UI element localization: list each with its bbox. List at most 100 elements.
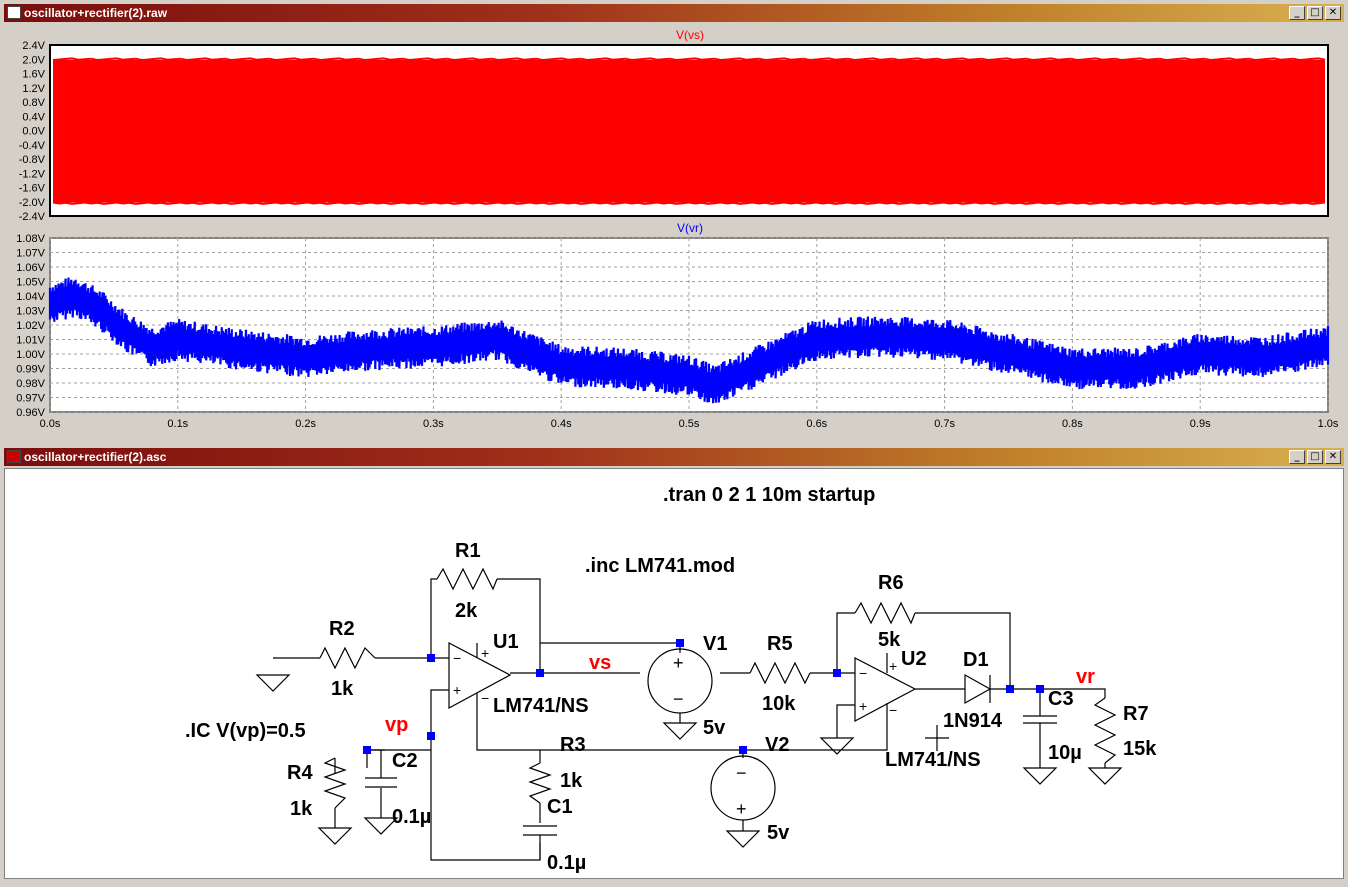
- net-label-vp[interactable]: vp: [385, 714, 408, 736]
- y-tick-label: 1.08V: [16, 233, 45, 245]
- y-tick-label: -0.8V: [19, 154, 46, 166]
- d1-model: 1N914: [943, 710, 1003, 732]
- v2-plus: +: [736, 799, 747, 819]
- x-tick-label: 0.7s: [934, 418, 955, 430]
- diode-d1[interactable]: [964, 673, 992, 705]
- y-tick-label: -1.2V: [19, 168, 46, 180]
- x-axis: 0.0s 0.1s 0.2s 0.3s 0.4s 0.5s 0.6s 0.7s 0.8s 0.9s…: [40, 418, 1339, 430]
- schematic-canvas[interactable]: − + + − − + + − + − − + .tran 0 2 1 10m …: [4, 468, 1344, 879]
- wire-u2-noninv: [836, 704, 855, 738]
- x-tick-label: 0.9s: [1190, 418, 1211, 430]
- minimize-button[interactable]: _: [1289, 450, 1305, 464]
- close-button[interactable]: ✕: [1325, 6, 1341, 20]
- v1-plus: +: [673, 653, 684, 673]
- schematic-drawing[interactable]: − + + − − + + − + − − + .tran 0 2 1 10m …: [5, 469, 1347, 882]
- u2-vcc-plus: +: [889, 658, 897, 674]
- y-tick-label: 1.02V: [16, 320, 45, 332]
- inc-directive[interactable]: .inc LM741.mod: [585, 555, 735, 577]
- ground-icon: [255, 674, 291, 692]
- schematic-window-title: oscillator+rectifier(2).asc: [24, 450, 167, 464]
- resistor-r2[interactable]: [319, 646, 376, 670]
- d1-name: D1: [963, 649, 989, 671]
- waveform-app-icon: [7, 6, 21, 19]
- y-tick-label: 0.99V: [16, 364, 45, 376]
- ground-icon: [662, 722, 698, 740]
- c3-value: 10µ: [1048, 742, 1082, 764]
- u2-model: LM741/NS: [885, 749, 981, 771]
- r5-value: 10k: [762, 693, 796, 715]
- waveform-title-bar[interactable]: oscillator+rectifier(2).raw _ □ ✕: [4, 4, 1344, 22]
- junction-dot: [1036, 685, 1044, 693]
- r2-value: 1k: [331, 678, 354, 700]
- y-tick-label: -0.4V: [19, 140, 46, 152]
- vs-waveform-top-edge: [52, 57, 1326, 62]
- vs-trace: [52, 57, 1326, 205]
- u2-name: U2: [901, 648, 927, 670]
- y-tick-label: 1.04V: [16, 291, 45, 303]
- schematic-window: oscillator+rectifier(2).asc _ □ ✕ − + + …: [0, 444, 1348, 883]
- wire-vp-loop: [430, 736, 541, 861]
- r2-name: R2: [329, 618, 355, 640]
- waveform-plot[interactable]: V(vs) 2.4V 2.0V 1.6V 1.2V 0.8V 0.4V 0.0V -0.4V -…: [4, 24, 1348, 442]
- r5-name: R5: [767, 633, 793, 655]
- y-tick-label: 0.0V: [22, 126, 45, 138]
- junction-dot: [739, 746, 747, 754]
- r6-value: 5k: [878, 629, 901, 651]
- x-tick-label: 0.5s: [679, 418, 700, 430]
- r1-name: R1: [455, 540, 481, 562]
- v1-name: V1: [703, 633, 727, 655]
- u2-minus-sign: −: [859, 665, 867, 681]
- schematic-title-bar[interactable]: oscillator+rectifier(2).asc _ □ ✕: [4, 448, 1344, 466]
- y-tick-label: 1.07V: [16, 248, 45, 260]
- y-tick-label: 2.4V: [22, 40, 45, 52]
- x-tick-label: 0.3s: [423, 418, 444, 430]
- u1-model: LM741/NS: [493, 695, 589, 717]
- junction-dot: [427, 732, 435, 740]
- u1-vcc-plus: +: [481, 645, 489, 661]
- junction-dot: [1006, 685, 1014, 693]
- r7-value: 15k: [1123, 738, 1157, 760]
- y-tick-label: -2.0V: [19, 197, 46, 209]
- junction-dot: [833, 669, 841, 677]
- u1-plus-sign: +: [453, 682, 461, 698]
- u2-plus-sign: +: [859, 698, 867, 714]
- capacitor-c3[interactable]: [1023, 715, 1057, 724]
- ground-icon: [819, 737, 855, 755]
- capacitor-c2[interactable]: [365, 777, 397, 788]
- resistor-r5[interactable]: [749, 661, 811, 685]
- vs-plot-title: V(vs): [676, 28, 704, 42]
- v1-minus: −: [673, 689, 684, 709]
- y-tick-label: 1.2V: [22, 83, 45, 95]
- resistor-r7[interactable]: [1093, 697, 1117, 764]
- v2-minus: −: [736, 763, 747, 783]
- net-label-vs[interactable]: vs: [589, 652, 611, 674]
- y-tick-label: 1.03V: [16, 306, 45, 318]
- y-tick-label: 2.0V: [22, 54, 45, 66]
- resistor-r6[interactable]: [854, 601, 916, 625]
- close-button[interactable]: ✕: [1325, 450, 1341, 464]
- resistor-r1[interactable]: [436, 567, 498, 591]
- tran-directive[interactable]: .tran 0 2 1 10m startup: [663, 484, 875, 506]
- v2-value: 5v: [767, 822, 790, 844]
- x-tick-label: 0.6s: [806, 418, 827, 430]
- schematic-app-icon: [7, 450, 21, 463]
- c1-name: C1: [547, 796, 573, 818]
- y-tick-label: -1.6V: [19, 183, 46, 195]
- c2-name: C2: [392, 750, 418, 772]
- junction-dot: [676, 639, 684, 647]
- restore-button[interactable]: □: [1307, 6, 1323, 20]
- vr-plot-title: V(vr): [677, 221, 703, 235]
- y-tick-label: 1.06V: [16, 262, 45, 274]
- r4-value: 1k: [290, 798, 313, 820]
- y-tick-label: 0.97V: [16, 393, 45, 405]
- u2-vee-minus: −: [889, 702, 897, 718]
- minimize-button[interactable]: _: [1289, 6, 1305, 20]
- restore-button[interactable]: □: [1307, 450, 1323, 464]
- vs-waveform-band: [53, 59, 1325, 203]
- net-label-vr[interactable]: vr: [1076, 666, 1095, 688]
- x-tick-label: 1.0s: [1318, 418, 1339, 430]
- ic-directive[interactable]: .IC V(vp)=0.5: [185, 720, 306, 742]
- ground-icon: [725, 830, 761, 848]
- u1-name: U1: [493, 631, 519, 653]
- x-tick-label: 0.4s: [551, 418, 572, 430]
